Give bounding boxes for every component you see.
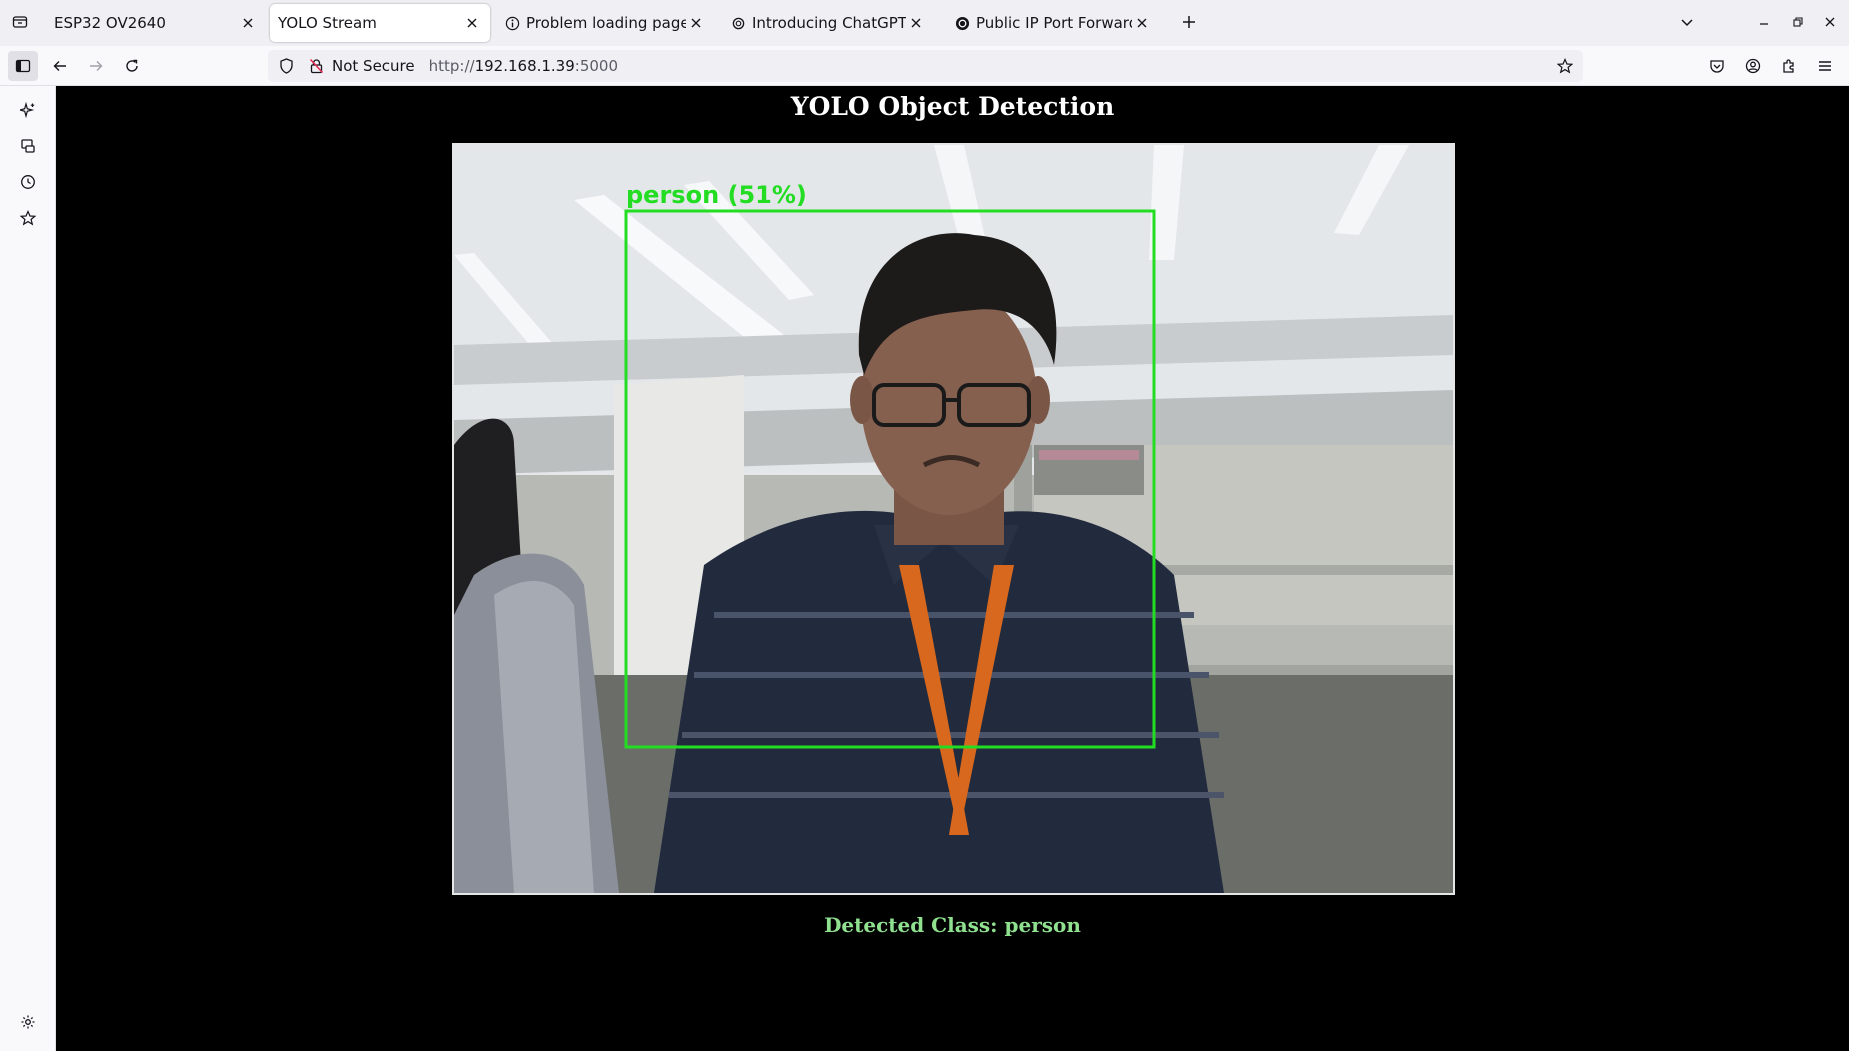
video-stream: person (51%) xyxy=(452,143,1455,895)
close-tab-icon[interactable] xyxy=(462,13,482,33)
minimize-window-button[interactable] xyxy=(1752,10,1776,34)
firefox-view-button[interactable] xyxy=(6,8,34,36)
restore-icon xyxy=(1793,17,1803,27)
minimize-icon xyxy=(1760,23,1768,25)
browser-sidebar xyxy=(0,86,56,1051)
lock-insecure-icon[interactable] xyxy=(304,54,328,78)
tab-title: Introducing ChatGPT | Op xyxy=(752,14,906,32)
openai-icon xyxy=(954,15,970,31)
pocket-button[interactable] xyxy=(1702,51,1732,81)
back-button[interactable] xyxy=(45,51,75,81)
puzzle-icon xyxy=(1783,59,1794,73)
navigation-toolbar: Not Secure http://192.168.1.39:5000 xyxy=(0,46,1849,86)
close-tab-icon[interactable] xyxy=(906,13,926,33)
page-title: YOLO Object Detection xyxy=(790,92,1115,121)
tab-title: YOLO Stream xyxy=(278,14,377,32)
customize-sidebar-button[interactable] xyxy=(14,1008,42,1036)
sidebar-toggle-button[interactable] xyxy=(8,51,38,81)
list-all-tabs-button[interactable] xyxy=(1675,10,1699,34)
chevron-down-icon xyxy=(1681,19,1693,27)
tab-title: Public IP Port Forwarding xyxy=(976,14,1132,32)
gear-icon xyxy=(21,1015,35,1029)
synced-tabs-button[interactable] xyxy=(14,132,42,160)
url-bar[interactable]: Not Secure http://192.168.1.39:5000 xyxy=(268,50,1583,82)
clock-icon xyxy=(21,175,35,189)
sidebar-icon xyxy=(15,59,31,73)
pocket-icon xyxy=(1710,60,1724,73)
close-tab-icon[interactable] xyxy=(686,13,706,33)
shield-icon[interactable] xyxy=(274,54,298,78)
star-icon xyxy=(20,210,36,226)
page-content: YOLO Object Detection person (51%) Detec… xyxy=(56,86,1849,1051)
synced-tabs-icon xyxy=(21,139,35,153)
arrow-right-icon xyxy=(90,61,103,71)
tab-esp32[interactable]: ESP32 OV2640 xyxy=(46,4,266,42)
app-menu-button[interactable] xyxy=(1810,51,1840,81)
bookmark-star-icon[interactable] xyxy=(1553,54,1577,78)
bookmarks-button[interactable] xyxy=(14,204,42,232)
firefox-view-icon xyxy=(12,16,28,28)
detection-label: person (51%) xyxy=(626,181,807,209)
detected-class-label: Detected Class: person xyxy=(824,913,1081,937)
close-tab-icon[interactable] xyxy=(238,13,258,33)
history-button[interactable] xyxy=(14,168,42,196)
url-scheme: http:// xyxy=(428,57,475,75)
tab-title: ESP32 OV2640 xyxy=(54,14,166,32)
openai-icon xyxy=(730,15,746,31)
restore-window-button[interactable] xyxy=(1786,10,1810,34)
new-tab-button[interactable] xyxy=(1177,10,1201,34)
close-window-button[interactable] xyxy=(1818,10,1842,34)
tab-introducing-chatgpt[interactable]: Introducing ChatGPT | Op xyxy=(722,4,934,42)
tab-strip: ESP32 OV2640 YOLO Stream Problem loading… xyxy=(0,0,1849,46)
tab-public-ip-port-forwarding[interactable]: Public IP Port Forwarding xyxy=(946,4,1160,42)
reload-icon xyxy=(126,59,138,72)
reload-button[interactable] xyxy=(117,51,147,81)
ai-chatbot-button[interactable] xyxy=(14,96,42,124)
plus-icon xyxy=(1183,16,1195,28)
tab-problem-loading[interactable]: Problem loading page xyxy=(496,4,714,42)
account-icon xyxy=(1745,58,1761,74)
url-text[interactable]: http://192.168.1.39:5000 xyxy=(429,57,618,75)
arrow-left-icon xyxy=(53,61,66,71)
close-tab-icon[interactable] xyxy=(1132,13,1152,33)
account-button[interactable] xyxy=(1738,51,1768,81)
info-icon xyxy=(504,15,520,31)
close-icon xyxy=(1825,17,1835,27)
tab-title: Problem loading page xyxy=(526,14,686,32)
extensions-button[interactable] xyxy=(1774,51,1804,81)
url-host: 192.168.1.39 xyxy=(474,57,575,75)
url-port: :5000 xyxy=(574,57,619,75)
camera-frame: person (51%) xyxy=(454,145,1453,893)
not-secure-label[interactable]: Not Secure xyxy=(332,57,415,75)
hamburger-menu-icon xyxy=(1819,61,1831,71)
sparkle-icon xyxy=(20,102,35,118)
forward-button[interactable] xyxy=(81,51,111,81)
tab-yolo-stream[interactable]: YOLO Stream xyxy=(270,4,490,42)
